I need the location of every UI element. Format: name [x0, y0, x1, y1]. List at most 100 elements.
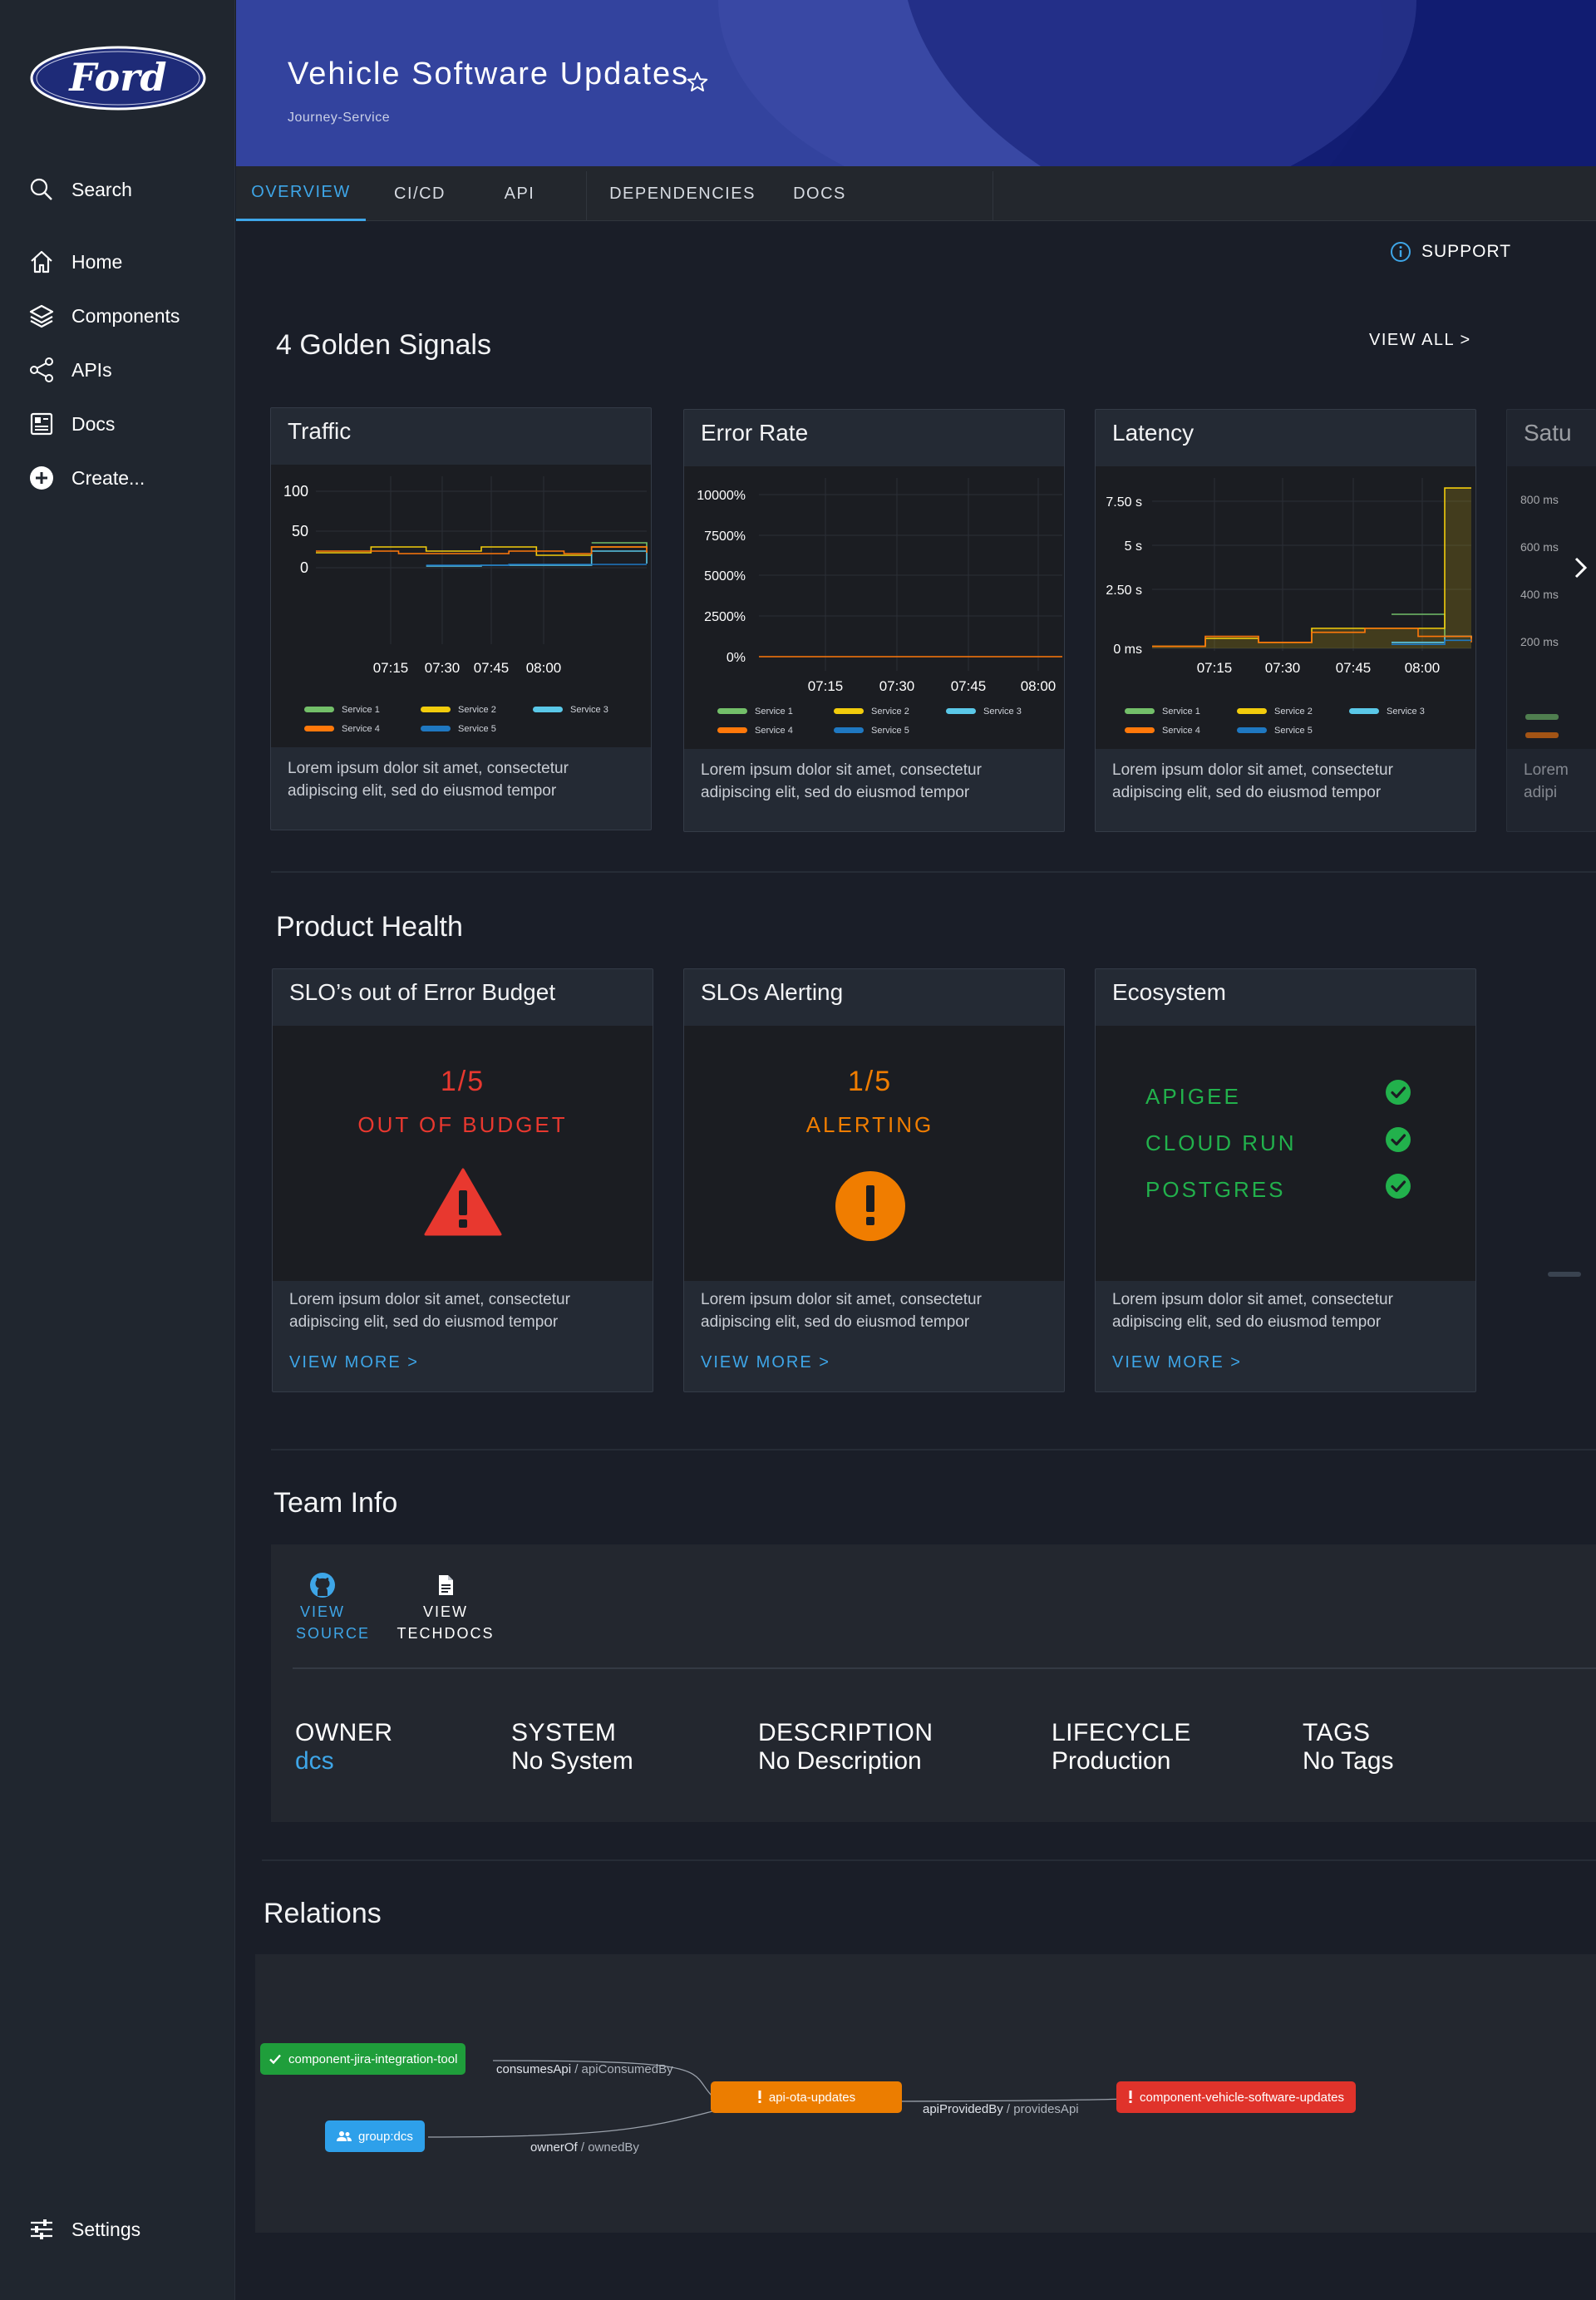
card-title: Ecosystem [1112, 979, 1226, 1005]
view-techdocs-link[interactable]: VIEW TECHDOCS [396, 1571, 495, 1644]
chart-area: 800 ms 600 ms 400 ms 200 ms [1507, 466, 1596, 749]
tab-overview[interactable]: OVERVIEW [236, 166, 366, 221]
sidebar-item-create[interactable]: Create... [28, 460, 145, 496]
card-body: APIGEE CLOUD RUN POSTGRES [1096, 1026, 1475, 1281]
legend-label: Service 3 [1387, 707, 1425, 717]
legend-label: Service 3 [983, 707, 1022, 717]
y-tick-label: 7500% [704, 529, 746, 544]
y-tick-label: 5000% [704, 569, 746, 584]
star-icon[interactable] [685, 70, 710, 95]
sidebar-item-components[interactable]: Components [28, 298, 180, 334]
tab-ci-cd[interactable]: CI/CD [366, 166, 474, 221]
legend-swatch [834, 727, 864, 733]
ecosystem-item-apigee: APIGEE [1145, 1084, 1241, 1109]
sidebar-item-search[interactable]: Search [28, 171, 132, 208]
owner-value-link[interactable]: dcs [295, 1747, 334, 1775]
card-description-line: adipi [1524, 784, 1558, 801]
alerting-count: 1/5 [847, 1066, 893, 1097]
card-description: Lorem ipsum dolor sit amet, consectetur … [289, 1291, 570, 1331]
owner-label: OWNER [295, 1719, 393, 1746]
lifecycle-label: LIFECYCLE [1052, 1719, 1191, 1746]
view-techdocs-label-2: TECHDOCS [397, 1625, 495, 1642]
exclamation-icon [1129, 2091, 1132, 2103]
x-tick-label: 07:15 [808, 678, 844, 694]
sidebar-item-label: APIs [71, 358, 112, 381]
node-group-dcs[interactable]: group:dcs [325, 2120, 425, 2152]
legend-label: Service 2 [1274, 707, 1313, 717]
panel-divider [293, 1667, 1596, 1669]
legend-label: Service 2 [458, 705, 496, 715]
legend-label: Service 4 [1162, 726, 1200, 736]
y-tick: 600 ms [1520, 540, 1559, 554]
legend-swatch [834, 708, 864, 714]
view-more-link[interactable]: VIEW MORE > [701, 1353, 830, 1372]
legend-label: Service 2 [871, 707, 909, 717]
sidebar-item-home[interactable]: Home [28, 244, 122, 280]
tab-dependencies[interactable]: DEPENDENCIES [587, 166, 778, 221]
tab-api[interactable]: API [474, 166, 565, 221]
card-title: SLO’s out of Error Budget [289, 979, 556, 1005]
view-all-link[interactable]: VIEW ALL > [1369, 331, 1471, 350]
node-component-jira-integration-tool[interactable]: component-jira-integration-tool [260, 2043, 466, 2075]
share-icon [30, 357, 53, 382]
info-icon [1391, 242, 1411, 262]
node-label: component-jira-integration-tool [288, 2051, 458, 2066]
x-tick-label: 08:00 [1405, 660, 1441, 676]
section-divider [271, 1449, 1596, 1450]
card-title: SLOs Alerting [701, 979, 844, 1005]
support-label: SUPPORT [1421, 242, 1512, 261]
edge-label-owner: ownerOf / ownedBy [530, 2140, 639, 2155]
legend-label: Service 5 [458, 724, 496, 734]
ecosystem-card: Ecosystem APIGEE CLOUD RUN POSTGRES Lore… [1095, 968, 1476, 1392]
sidebar-item-label: Docs [71, 412, 116, 435]
lifecycle-value: Production [1052, 1747, 1171, 1775]
node-label: group:dcs [358, 2129, 413, 2144]
card-description: Lorem ipsum dolor sit amet, consectetur … [288, 760, 569, 800]
x-tick-label: 07:30 [879, 678, 915, 694]
view-source-link[interactable]: VIEW SOURCE [296, 1571, 371, 1644]
node-api-ota-updates[interactable]: api-ota-updates [711, 2081, 902, 2113]
tab-bar: OVERVIEW CI/CD API DEPENDENCIES DOCS [236, 166, 1596, 221]
y-tick-label: 0 [300, 559, 308, 576]
card-description: Lorem ipsum dolor sit amet, consectetur … [1112, 1291, 1393, 1331]
alerting-label: ALERTING [805, 1112, 934, 1137]
sidebar: Ford Search Home Components APIs Docs Cr… [0, 0, 235, 2300]
budget-label: OUT OF BUDGET [357, 1112, 568, 1137]
legend-swatch [1237, 727, 1267, 733]
edge-label-consumes: consumesApi / apiConsumedBy [496, 2062, 673, 2076]
legend-swatch [1237, 708, 1267, 714]
relations-graph[interactable]: component-jira-integration-tool group:dc… [255, 1954, 1596, 2233]
view-more-link[interactable]: VIEW MORE > [1112, 1353, 1242, 1372]
card-title: Satu [1524, 420, 1572, 446]
saturation-chart: 800 ms 600 ms 400 ms 200 ms [1520, 493, 1559, 738]
legend-label: Service 1 [342, 705, 380, 715]
sidebar-item-docs[interactable]: Docs [28, 406, 115, 442]
ford-logo[interactable]: Ford [30, 46, 206, 111]
node-label: component-vehicle-software-updates [1140, 2090, 1344, 2105]
card-title: Traffic [288, 418, 352, 444]
legend-label: Service 4 [755, 726, 793, 736]
sidebar-item-apis[interactable]: APIs [28, 352, 112, 388]
node-component-vehicle-software-updates[interactable]: component-vehicle-software-updates [1116, 2081, 1356, 2113]
legend-swatch [946, 708, 976, 714]
legend-swatch [304, 726, 334, 731]
carousel-indicator[interactable] [1548, 1272, 1581, 1277]
card-title: Latency [1112, 420, 1195, 446]
chevron-right-icon[interactable] [1568, 555, 1593, 580]
legend-label: Service 4 [342, 724, 380, 734]
y-tick-label: 0% [727, 651, 746, 665]
legend-swatch [717, 727, 747, 733]
tab-docs[interactable]: DOCS [778, 166, 861, 221]
sidebar-item-settings[interactable]: Settings [28, 2211, 140, 2248]
support-button[interactable]: SUPPORT [1390, 241, 1511, 263]
sliders-icon [31, 2219, 52, 2239]
card-description: Lorem adipi [1524, 759, 1596, 804]
check-circle-icon [1386, 1080, 1411, 1105]
team-info-panel: VIEW SOURCE VIEW TECHDOCS OWNER dcs SYST… [271, 1544, 1596, 1822]
y-tick: 200 ms [1520, 635, 1559, 648]
view-source-label-2: SOURCE [296, 1625, 371, 1642]
logo-text: Ford [67, 55, 166, 100]
edge-label-secondary: / ownedBy [577, 2140, 639, 2155]
legend-swatch [304, 707, 334, 712]
view-more-link[interactable]: VIEW MORE > [289, 1353, 419, 1372]
